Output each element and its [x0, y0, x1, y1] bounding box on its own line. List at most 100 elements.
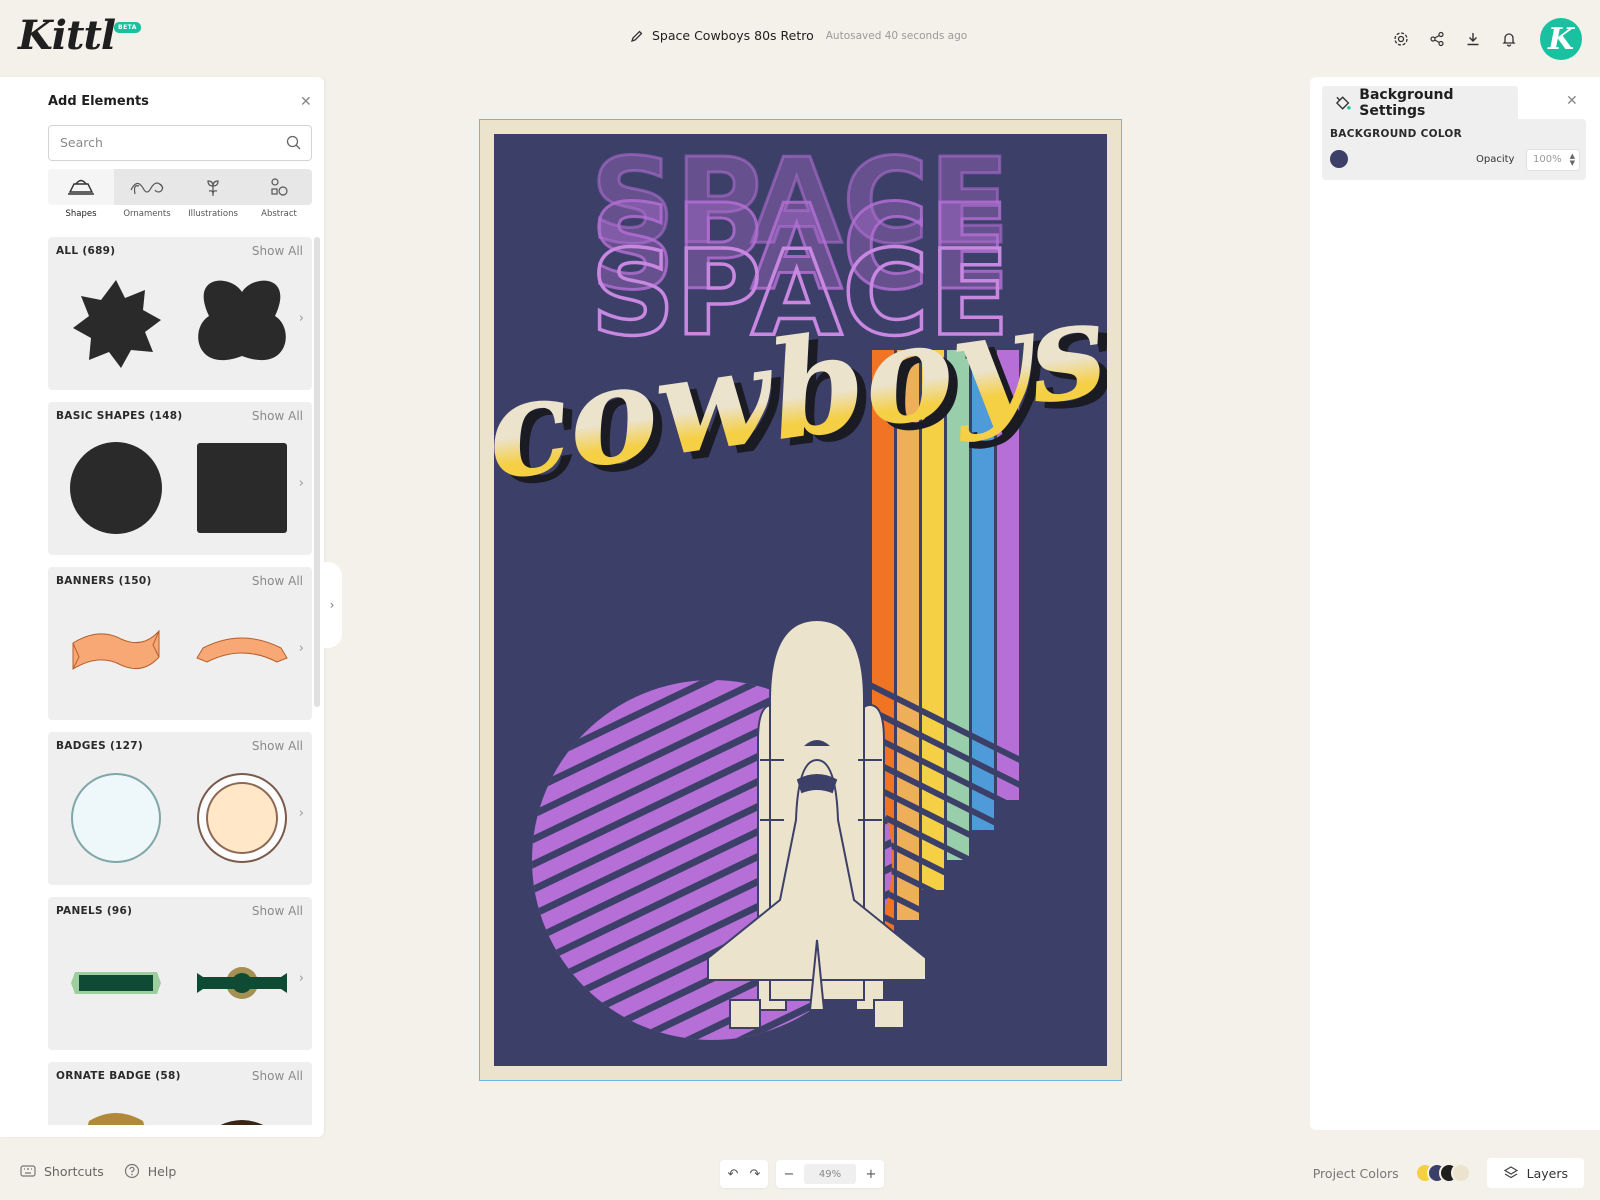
search-input[interactable]	[60, 135, 270, 150]
tab-illustrations[interactable]: Illustrations	[180, 169, 246, 221]
gear-icon[interactable]	[1392, 30, 1410, 48]
background-settings-tab[interactable]: Background Settings	[1322, 86, 1518, 119]
zoom-in-button[interactable]: +	[864, 1167, 878, 1182]
download-icon[interactable]	[1464, 30, 1482, 48]
tab-label: Ornaments	[123, 209, 171, 219]
ornate-badge-thumbnail[interactable]	[68, 1110, 164, 1125]
opacity-label: Opacity	[1476, 154, 1515, 165]
panel-title: Add Elements	[48, 94, 149, 109]
shortcuts-button[interactable]: Shortcuts	[20, 1164, 104, 1179]
show-all-link[interactable]: Show All	[252, 1069, 303, 1083]
stepper-icon[interactable]: ▲ ▼	[1570, 153, 1575, 167]
chevron-right-icon[interactable]: ›	[299, 311, 304, 326]
document-title[interactable]: Space Cowboys 80s Retro	[652, 28, 814, 43]
undo-redo-group: ↶ ↷	[720, 1160, 768, 1188]
background-settings-title: Background Settings	[1359, 86, 1454, 119]
project-color-swatches[interactable]	[1414, 1163, 1471, 1183]
ornate-badge-thumbnail[interactable]	[194, 1110, 290, 1125]
chevron-right-icon[interactable]: ›	[299, 806, 304, 821]
undo-icon[interactable]: ↶	[726, 1167, 740, 1182]
shapes-category-icon	[68, 179, 94, 195]
chevron-right-icon[interactable]: ›	[299, 971, 304, 986]
share-icon[interactable]	[1428, 30, 1446, 48]
section-title: BANNERS (150)	[56, 575, 152, 587]
tab-abstract[interactable]: Abstract	[246, 169, 312, 221]
search-icon[interactable]	[286, 135, 301, 150]
help-label: Help	[147, 1163, 177, 1179]
badge-thumbnail[interactable]	[194, 770, 290, 866]
show-all-link[interactable]: Show All	[252, 574, 303, 588]
opacity-input[interactable]: 100% ▲ ▼	[1526, 149, 1580, 171]
bottom-right-controls: Project Colors Layers	[1313, 1158, 1584, 1188]
section-badges: BADGES (127) Show All ›	[48, 732, 312, 885]
chevron-right-icon[interactable]: ›	[299, 641, 304, 656]
project-color-swatch[interactable]	[1450, 1163, 1471, 1183]
opacity-value: 100%	[1533, 154, 1562, 165]
zoom-toolbar: ↶ ↷ − 49% +	[720, 1160, 884, 1188]
close-icon[interactable]: ✕	[300, 94, 312, 110]
bell-icon[interactable]	[1500, 30, 1518, 48]
tab-label: Abstract	[261, 209, 297, 219]
shape-thumbnail[interactable]	[68, 275, 164, 371]
beta-badge: BETA	[114, 22, 141, 33]
layers-button[interactable]: Layers	[1486, 1158, 1584, 1188]
section-panels: PANELS (96) Show All ›	[48, 897, 312, 1050]
collapse-panel-tab[interactable]: ›	[322, 562, 342, 648]
ornaments-category-icon	[130, 182, 164, 195]
abstract-category-icon	[271, 178, 288, 196]
zoom-group: − 49% +	[776, 1160, 884, 1188]
section-title: ORNATE BADGE (58)	[56, 1070, 181, 1082]
panel-scrollbar[interactable]	[314, 237, 320, 707]
section-title: BASIC SHAPES (148)	[56, 410, 183, 422]
chevron-right-icon[interactable]: ›	[299, 476, 304, 491]
shape-thumbnail[interactable]	[194, 440, 290, 536]
document-title-area[interactable]: Space Cowboys 80s Retro Autosaved 40 sec…	[630, 28, 967, 43]
close-icon[interactable]: ✕	[1566, 93, 1578, 109]
section-basic-shapes: BASIC SHAPES (148) Show All ›	[48, 402, 312, 555]
section-title: PANELS (96)	[56, 905, 133, 917]
element-sections: ALL (689) Show All › BASIC SHAPES (148) …	[48, 237, 312, 1125]
shape-thumbnail[interactable]	[194, 275, 290, 371]
illustrations-category-icon	[207, 180, 219, 196]
zoom-out-button[interactable]: −	[782, 1167, 796, 1182]
help-icon	[124, 1163, 139, 1179]
tab-shapes[interactable]: Shapes	[48, 169, 114, 221]
design-canvas[interactable]: SPACE SPACE SPACE cowboys cowboys	[479, 119, 1122, 1081]
zoom-level[interactable]: 49%	[804, 1164, 856, 1184]
project-colors-label: Project Colors	[1312, 1165, 1399, 1181]
add-elements-panel: Add Elements ✕ Shapes Ornaments Illustra…	[0, 77, 324, 1137]
show-all-link[interactable]: Show All	[252, 244, 303, 258]
category-tabs: Shapes Ornaments Illustrations Abstract	[48, 169, 312, 221]
keyboard-icon	[20, 1165, 36, 1177]
background-color-swatch[interactable]	[1330, 150, 1348, 168]
layers-icon	[1503, 1166, 1518, 1179]
panel-thumbnail[interactable]	[68, 935, 164, 1031]
chevron-right-icon: ›	[329, 598, 335, 612]
user-avatar[interactable]: K	[1540, 18, 1582, 60]
shortcuts-label: Shortcuts	[44, 1163, 104, 1179]
background-settings-body: BACKGROUND COLOR Opacity 100% ▲ ▼	[1322, 119, 1586, 180]
tab-ornaments[interactable]: Ornaments	[114, 169, 180, 221]
show-all-link[interactable]: Show All	[252, 904, 303, 918]
background-color-label: BACKGROUND COLOR	[1330, 128, 1463, 140]
background-settings-panel: Background Settings ✕ BACKGROUND COLOR O…	[1310, 77, 1600, 1130]
autosave-status: Autosaved 40 seconds ago	[825, 29, 968, 42]
section-banners: BANNERS (150) Show All ›	[48, 567, 312, 720]
banner-thumbnail[interactable]	[194, 605, 290, 701]
tab-label: Illustrations	[188, 209, 238, 219]
show-all-link[interactable]: Show All	[252, 409, 303, 423]
badge-thumbnail[interactable]	[68, 770, 164, 866]
show-all-link[interactable]: Show All	[252, 739, 303, 753]
help-button[interactable]: Help	[124, 1163, 177, 1179]
redo-icon[interactable]: ↷	[748, 1167, 762, 1182]
section-all: ALL (689) Show All ›	[48, 237, 312, 390]
pencil-icon[interactable]	[630, 29, 644, 43]
paint-bucket-icon	[1335, 95, 1351, 110]
panel-thumbnail[interactable]	[194, 935, 290, 1031]
poster-artwork[interactable]: SPACE SPACE SPACE cowboys cowboys	[480, 120, 1121, 1080]
kittl-logo[interactable]: Kittl	[18, 12, 116, 59]
banner-thumbnail[interactable]	[68, 605, 164, 701]
shape-thumbnail[interactable]	[68, 440, 164, 536]
search-box	[48, 125, 312, 161]
top-bar: Kittl BETA Space Cowboys 80s Retro Autos…	[0, 0, 1600, 76]
